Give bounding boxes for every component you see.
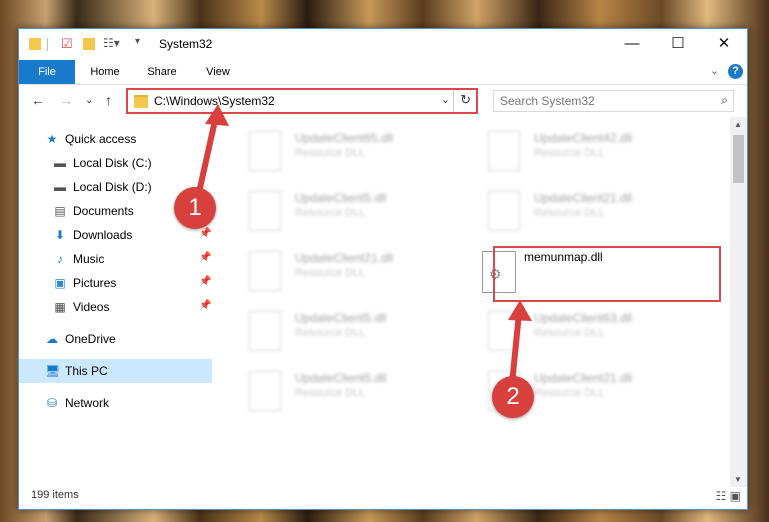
arrow-head-1 <box>205 104 229 126</box>
annotation-overlay <box>195 104 532 385</box>
arrow-line-1 <box>195 115 219 198</box>
arrow-line-2 <box>509 312 522 385</box>
arrow-head-2 <box>508 300 532 321</box>
step-1-badge: 1 <box>174 187 216 229</box>
step-2-badge: 2 <box>492 376 534 418</box>
